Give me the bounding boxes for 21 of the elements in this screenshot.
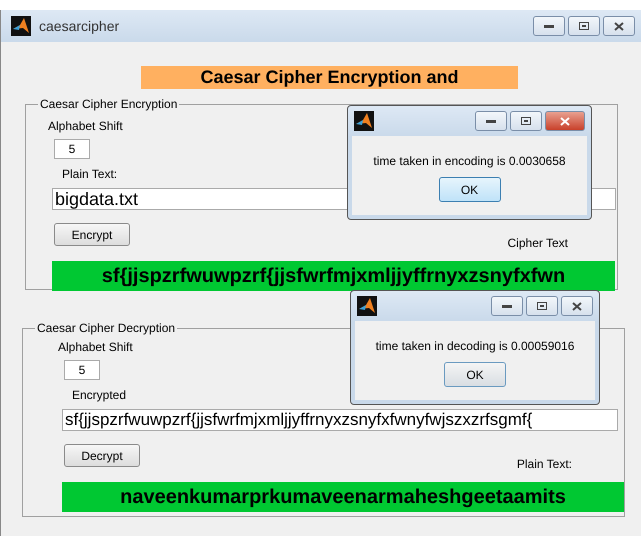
input-label: Plain Text:: [62, 167, 118, 181]
panel-title: Caesar Cipher Encryption: [39, 97, 178, 111]
encrypted-field[interactable]: sf{jjspzrfwuwpzrf{jjsfwrfmjxmljjyffrnyxzsnyfxfwnyfwjszxzrfsgmf{: [62, 409, 618, 431]
ok-button[interactable]: OK: [438, 177, 500, 202]
plain-text-output: naveenkumarprkumaveenarmaheshgeetaamits: [62, 482, 624, 512]
encrypt-button[interactable]: Encrypt: [54, 223, 130, 246]
banner-title: Caesar Cipher Encryption and: [141, 66, 518, 89]
dialog-message: time taken in encoding is 0.0030658: [373, 154, 566, 168]
shift-field[interactable]: 5: [64, 360, 100, 380]
cipher-text-output: sf{jjspzrfwuwpzrf{jjsfwrfmjxmljjyffrnyxzsnyfxfwn: [52, 261, 615, 291]
input-label: Encrypted: [72, 388, 126, 402]
output-label: Plain Text:: [516, 457, 572, 471]
window-title: caesarcipher: [39, 18, 120, 34]
decrypt-button[interactable]: Decrypt: [64, 444, 140, 467]
panel-title: Caesar Cipher Decryption: [36, 321, 176, 335]
ok-button[interactable]: OK: [444, 362, 506, 387]
shift-label: Alphabet Shift: [48, 119, 123, 133]
dialog-message: time taken in decoding is 0.00059016: [376, 339, 574, 353]
shift-field[interactable]: 5: [54, 139, 90, 159]
shift-label: Alphabet Shift: [58, 340, 133, 354]
output-label: Cipher Text: [508, 236, 568, 250]
